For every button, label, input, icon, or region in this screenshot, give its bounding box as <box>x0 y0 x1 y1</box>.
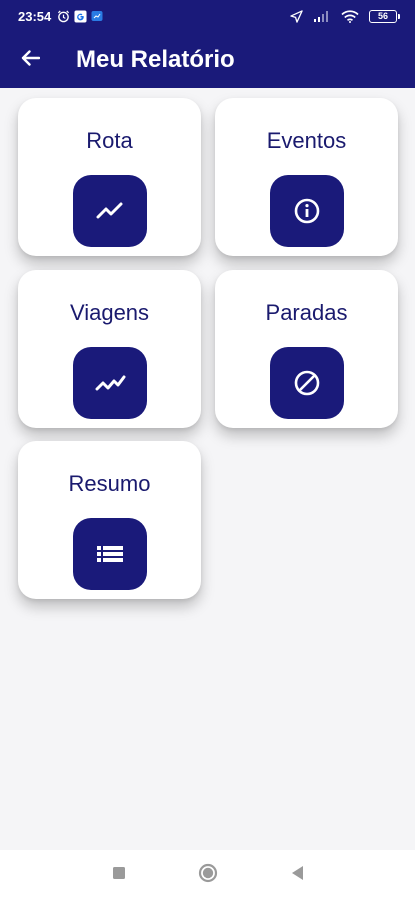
info-icon <box>270 175 344 247</box>
status-time: 23:54 <box>18 8 52 24</box>
battery-level: 56 <box>377 11 388 21</box>
arrow-left-icon <box>20 49 41 72</box>
home-icon <box>198 863 218 888</box>
block-icon <box>270 347 344 419</box>
card-paradas[interactable]: Paradas <box>215 270 398 428</box>
google-icon <box>74 9 87 23</box>
back-button[interactable] <box>0 32 60 88</box>
battery-icon: 56 <box>369 9 400 23</box>
page-title: Meu Relatório <box>76 46 235 73</box>
status-bar: 23:54 56 <box>0 0 415 32</box>
back-icon <box>290 865 304 886</box>
card-viagens[interactable]: Viagens <box>18 270 201 428</box>
app-bar: Meu Relatório <box>0 32 415 88</box>
wifi-icon <box>341 9 359 23</box>
signal-icon <box>313 10 331 22</box>
card-eventos[interactable]: Eventos <box>215 98 398 256</box>
card-rota[interactable]: Rota <box>18 98 201 256</box>
recent-apps-icon <box>112 866 126 885</box>
card-label-resumo: Resumo <box>68 471 151 496</box>
status-right-icons: 56 <box>290 9 400 23</box>
home-button[interactable] <box>198 863 218 888</box>
recent-apps-button[interactable] <box>112 866 126 885</box>
multiline-chart-icon <box>73 347 147 419</box>
card-label-eventos: Eventos <box>266 128 347 153</box>
list-icon <box>73 518 147 590</box>
location-icon <box>290 9 303 23</box>
alarm-icon <box>57 10 70 23</box>
card-label-viagens: Viagens <box>69 300 150 325</box>
card-resumo[interactable]: Resumo <box>18 441 201 599</box>
back-nav-button[interactable] <box>290 865 304 886</box>
card-label-paradas: Paradas <box>265 300 348 325</box>
card-label-rota: Rota <box>86 128 133 153</box>
system-nav-bar <box>0 850 415 900</box>
trending-up-icon <box>73 175 147 247</box>
message-icon <box>91 10 103 22</box>
